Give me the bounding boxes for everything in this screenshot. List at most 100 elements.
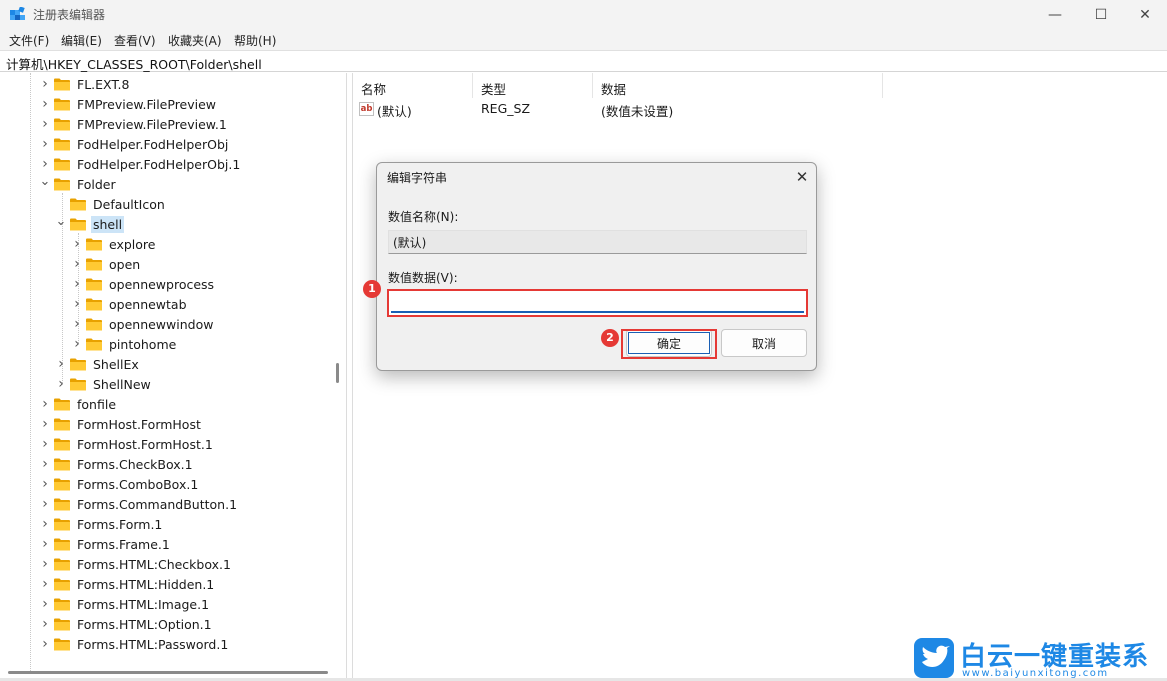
tree-item[interactable]: › Forms.HTML:Hidden.1: [40, 574, 216, 594]
chevron-right-icon[interactable]: ›: [40, 614, 50, 634]
folder-icon: [54, 618, 70, 630]
chevron-down-icon[interactable]: ⌄: [40, 171, 51, 191]
value-data-input[interactable]: [391, 293, 804, 313]
tree-item[interactable]: › Forms.HTML:Option.1: [40, 614, 214, 634]
tree-item[interactable]: ⌄ shell: [56, 211, 125, 234]
edit-string-dialog: 编辑字符串 ✕ 数值名称(N): (默认) 数值数据(V): 1 确定 2 取消: [363, 162, 817, 371]
tree-item[interactable]: › opennewwindow: [72, 314, 215, 334]
tree-item-label: opennewtab: [109, 296, 187, 312]
menu-favorites[interactable]: 收藏夹(A): [168, 32, 222, 49]
column-header-type[interactable]: 类型: [473, 73, 593, 98]
chevron-right-icon[interactable]: ›: [40, 534, 50, 554]
tree-item[interactable]: › Forms.HTML:Password.1: [40, 634, 230, 654]
chevron-right-icon[interactable]: ›: [40, 634, 50, 654]
address-bar[interactable]: 计算机\HKEY_CLASSES_ROOT\Folder\shell: [0, 50, 1167, 72]
folder-icon: [54, 558, 70, 570]
tree-item[interactable]: › ShellNew: [56, 374, 153, 394]
tree-item[interactable]: › opennewtab: [72, 294, 189, 314]
value-name-cell[interactable]: (默认): [377, 101, 412, 120]
tree-item-label: Forms.HTML:Password.1: [77, 636, 229, 652]
tree-item[interactable]: › FodHelper.FodHelperObj.1: [40, 154, 242, 174]
tree-item[interactable]: › FormHost.FormHost.1: [40, 434, 215, 454]
minimize-icon: —: [1048, 6, 1062, 23]
tree-item[interactable]: › FormHost.FormHost: [40, 414, 203, 434]
tree-item-label: FormHost.FormHost.1: [77, 436, 213, 452]
folder-icon: [86, 258, 102, 270]
tree-item[interactable]: › Forms.Frame.1: [40, 534, 172, 554]
chevron-right-icon[interactable]: ›: [56, 354, 66, 374]
chevron-right-icon[interactable]: ›: [40, 74, 50, 94]
value-data-cell[interactable]: (数值未设置): [601, 101, 673, 120]
menu-view[interactable]: 查看(V): [114, 32, 156, 49]
value-type-cell[interactable]: REG_SZ: [481, 101, 530, 116]
tree-item[interactable]: › pintohome: [72, 334, 178, 354]
chevron-right-icon[interactable]: ›: [40, 394, 50, 414]
column-header-data[interactable]: 数据: [593, 73, 883, 98]
tree-item-label: Forms.ComboBox.1: [77, 476, 199, 492]
chevron-right-icon[interactable]: ›: [40, 114, 50, 134]
folder-icon: [54, 158, 70, 170]
maximize-button[interactable]: ☐: [1078, 0, 1124, 29]
address-path[interactable]: 计算机\HKEY_CLASSES_ROOT\Folder\shell: [6, 54, 262, 73]
chevron-right-icon[interactable]: ›: [72, 254, 82, 274]
tree-item[interactable]: › FodHelper.FodHelperObj: [40, 134, 230, 154]
chevron-right-icon[interactable]: ›: [40, 134, 50, 154]
tree-item-label: Forms.CheckBox.1: [77, 456, 193, 472]
tree-item-label: Folder: [77, 176, 116, 192]
folder-icon: [54, 438, 70, 450]
tree-item[interactable]: › FMPreview.FilePreview.1: [40, 114, 229, 134]
chevron-right-icon[interactable]: ›: [40, 514, 50, 534]
key-tree-pane[interactable]: › FL.EXT.8 › FMPreview.FilePreview › FMPrevie…: [0, 73, 347, 681]
chevron-right-icon[interactable]: ›: [40, 594, 50, 614]
tree-item[interactable]: › open: [72, 254, 142, 274]
dialog-close-button[interactable]: ✕: [791, 167, 813, 187]
tree-item[interactable]: › ShellEx: [56, 354, 141, 374]
menu-help[interactable]: 帮助(H): [234, 32, 276, 49]
value-data-label: 数值数据(V):: [388, 271, 458, 285]
tree-item[interactable]: › fonfile: [40, 394, 118, 414]
tree-item-label: FodHelper.FodHelperObj: [77, 136, 229, 152]
chevron-right-icon[interactable]: ›: [40, 494, 50, 514]
chevron-right-icon[interactable]: ›: [40, 474, 50, 494]
tree-item[interactable]: ⌄ Folder: [40, 174, 118, 194]
minimize-button[interactable]: —: [1032, 0, 1078, 29]
chevron-right-icon[interactable]: ›: [40, 414, 50, 434]
cancel-button[interactable]: 取消: [721, 329, 807, 357]
chevron-right-icon[interactable]: ›: [72, 334, 82, 354]
menu-bar: 文件(F) 编辑(E) 查看(V) 收藏夹(A) 帮助(H): [0, 29, 1167, 50]
tree-item[interactable]: › Forms.ComboBox.1: [40, 474, 200, 494]
dialog-title: 编辑字符串: [387, 171, 448, 185]
tree-horizontal-scrollbar[interactable]: [8, 671, 328, 674]
menu-file[interactable]: 文件(F): [9, 32, 49, 49]
folder-icon: [70, 218, 86, 230]
tree-item[interactable]: › FMPreview.FilePreview: [40, 94, 218, 114]
tree-item[interactable]: › Forms.Form.1: [40, 514, 164, 534]
tree-item[interactable]: › Forms.CommandButton.1: [40, 494, 239, 514]
menu-edit[interactable]: 编辑(E): [61, 32, 102, 49]
chevron-right-icon[interactable]: ›: [40, 454, 50, 474]
chevron-right-icon[interactable]: ›: [40, 574, 50, 594]
chevron-right-icon[interactable]: ›: [40, 94, 50, 114]
close-window-button[interactable]: ✕: [1122, 0, 1167, 29]
column-header-name[interactable]: 名称: [353, 73, 473, 98]
chevron-right-icon[interactable]: ›: [56, 374, 66, 394]
folder-icon: [54, 138, 70, 150]
tree-item[interactable]: › FL.EXT.8: [40, 74, 131, 94]
tree-item[interactable]: DefaultIcon: [56, 194, 167, 214]
chevron-right-icon[interactable]: ›: [72, 234, 82, 254]
chevron-right-icon[interactable]: ›: [72, 314, 82, 334]
folder-icon: [54, 178, 70, 190]
folder-icon: [70, 198, 86, 210]
chevron-right-icon[interactable]: ›: [72, 294, 82, 314]
tree-item[interactable]: › Forms.HTML:Checkbox.1: [40, 554, 233, 574]
tree-item[interactable]: › opennewprocess: [72, 274, 216, 294]
chevron-right-icon[interactable]: ›: [40, 554, 50, 574]
chevron-right-icon[interactable]: ›: [40, 434, 50, 454]
tree-vertical-scrollbar[interactable]: [336, 363, 339, 383]
tree-item[interactable]: › Forms.HTML:Image.1: [40, 594, 211, 614]
bird-icon: [914, 638, 954, 678]
tree-item[interactable]: › explore: [72, 234, 157, 254]
chevron-down-icon[interactable]: ⌄: [56, 211, 67, 231]
tree-item[interactable]: › Forms.CheckBox.1: [40, 454, 195, 474]
chevron-right-icon[interactable]: ›: [72, 274, 82, 294]
